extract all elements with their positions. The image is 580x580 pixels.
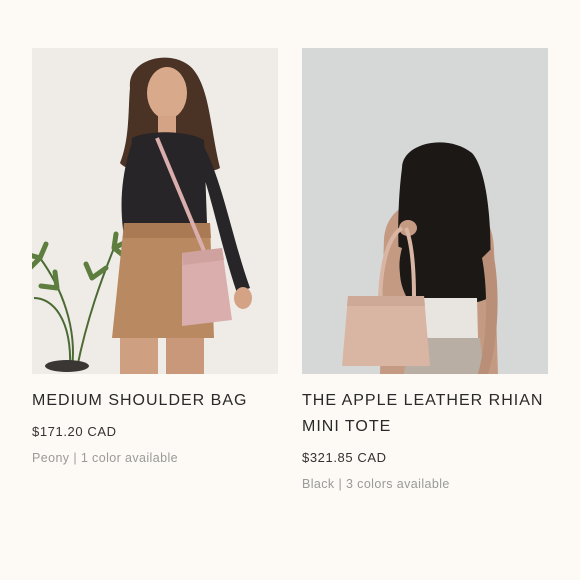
product-image[interactable] [32,48,278,374]
product-variant-info: Peony | 1 color available [32,451,178,465]
product-card-rhian-mini-tote[interactable]: THE APPLE LEATHER RHIAN MINI TOTE $321.8… [302,48,548,491]
product-title[interactable]: MEDIUM SHOULDER BAG [32,388,278,414]
product-photo-model-shoulder-bag-icon [32,48,278,374]
product-price: $321.85 CAD [302,450,387,465]
product-variant-info: Black | 3 colors available [302,477,450,491]
tote-bag-icon [342,296,430,366]
product-price: $171.20 CAD [32,424,117,439]
product-title[interactable]: THE APPLE LEATHER RHIAN MINI TOTE [302,388,548,440]
product-photo-model-mini-tote-icon [302,48,548,374]
product-image[interactable] [302,48,548,374]
product-grid: MEDIUM SHOULDER BAG $171.20 CAD Peony | … [0,0,580,580]
product-card-medium-shoulder-bag[interactable]: MEDIUM SHOULDER BAG $171.20 CAD Peony | … [32,48,278,465]
